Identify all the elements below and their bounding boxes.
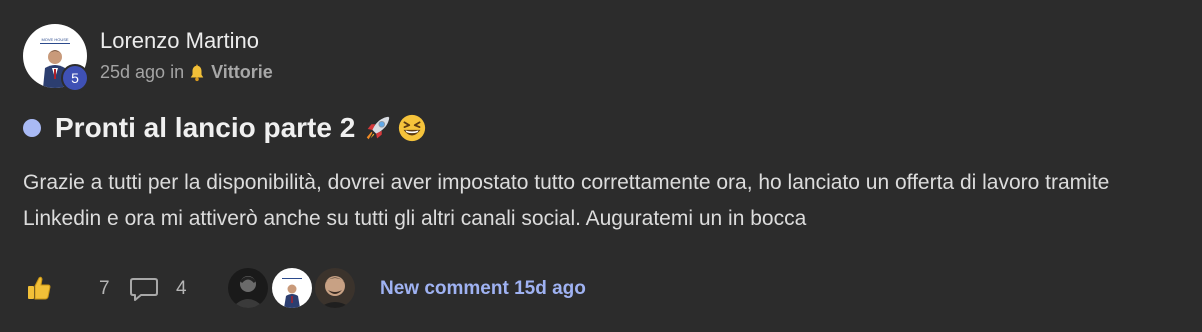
thumbs-up-icon[interactable] [27, 275, 51, 301]
commenter-avatar[interactable] [315, 268, 355, 308]
author-name[interactable]: Lorenzo Martino [100, 28, 259, 54]
post-body: Grazie a tutti per la disponibilità, dov… [23, 171, 1110, 230]
author-avatar[interactable]: MOVE HOUSE 5 [23, 24, 89, 92]
bell-icon [190, 63, 204, 81]
commenter-avatar[interactable] [272, 268, 312, 308]
svg-text:MOVE HOUSE: MOVE HOUSE [41, 37, 68, 42]
grinning-squinting-face-emoji [399, 114, 426, 142]
post-footer: 7 4 New comment 15d ago [23, 268, 1193, 308]
category-link[interactable]: Vittorie [211, 62, 273, 83]
post-card: MOVE HOUSE 5 Lorenzo Martino 25d ago in … [0, 0, 1202, 332]
rocket-emoji [367, 116, 390, 140]
post-meta: 25d ago in Vittorie [100, 62, 273, 83]
like-count: 7 [99, 278, 110, 299]
commenter-avatar[interactable] [228, 268, 268, 308]
comment-count: 4 [176, 278, 187, 299]
post-title-row[interactable]: Pronti al lancio parte 2 [23, 108, 431, 148]
level-badge: 5 [61, 64, 89, 92]
post-title[interactable]: Pronti al lancio parte 2 [55, 112, 355, 144]
unread-indicator [23, 119, 41, 137]
post-time: 25d ago [100, 62, 166, 82]
comment-bubble-icon[interactable] [129, 276, 159, 302]
in-label: in [170, 62, 185, 82]
new-comment-link[interactable]: New comment 15d ago [380, 278, 586, 300]
